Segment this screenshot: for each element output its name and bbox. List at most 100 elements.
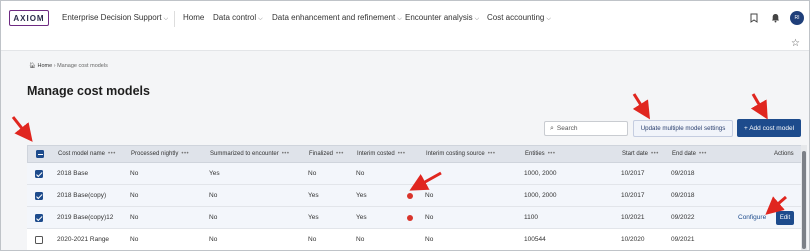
cell-interim-costed: Yes — [356, 214, 367, 221]
cell-entities: 1100 — [524, 214, 538, 221]
row-checkbox[interactable] — [35, 214, 43, 222]
cell-end-date: 09/2021 — [671, 236, 695, 243]
cell-finalized: Yes — [308, 214, 319, 221]
cell-name[interactable]: 2018 Base — [57, 170, 88, 177]
nav-divider — [174, 11, 175, 27]
nav-item-label: Encounter analysis — [405, 13, 473, 22]
chevron-down-icon: ⌵ — [258, 16, 263, 22]
nav-item-encounter-analysis[interactable]: Encounter analysis ⌵ — [405, 13, 479, 23]
table-row[interactable]: 2018 Base(copy) No No Yes Yes No 1000, 2… — [27, 185, 803, 207]
column-menu-icon[interactable]: ••• — [282, 151, 290, 157]
cell-entities: 1000, 2000 — [524, 192, 557, 199]
cell-name[interactable]: 2020-2021 Range — [57, 236, 109, 243]
col-end-date[interactable]: End date ••• — [672, 151, 707, 157]
row-checkbox[interactable] — [35, 236, 43, 244]
scrollbar-thumb[interactable] — [802, 151, 806, 249]
column-label: Interim costed — [357, 151, 395, 157]
cell-finalized: No — [308, 236, 317, 243]
nav-item-label: Data enhancement and refinement — [272, 13, 396, 22]
table-row[interactable]: 2018 Base No Yes No No 1000, 2000 10/201… — [27, 163, 803, 185]
column-menu-icon[interactable]: ••• — [488, 151, 496, 157]
search-input[interactable]: ⌕ Search — [544, 121, 628, 136]
nav-item-home[interactable]: Home — [183, 13, 204, 22]
nav-item-label: Cost accounting — [487, 13, 545, 22]
chevron-down-icon: ⌵ — [163, 16, 169, 22]
top-nav: AXIOM Enterprise Decision Support ⌵ Home … — [1, 1, 809, 37]
col-entities[interactable]: Entities ••• — [525, 151, 556, 157]
column-label: Interim costing source — [426, 151, 485, 157]
row-checkbox[interactable] — [35, 192, 43, 200]
cell-entities: 100544 — [524, 236, 546, 243]
product-switcher[interactable]: Enterprise Decision Support ⌵ — [62, 13, 168, 23]
chevron-down-icon: ⌵ — [474, 16, 480, 22]
cell-processed: No — [130, 236, 139, 243]
column-menu-icon[interactable]: ••• — [108, 151, 116, 157]
cell-finalized: No — [308, 170, 317, 177]
col-finalized[interactable]: Finalized ••• — [309, 151, 344, 157]
column-menu-icon[interactable]: ••• — [336, 151, 344, 157]
column-label: Summarized to encounter — [210, 151, 279, 157]
cell-interim-source: No — [425, 192, 434, 199]
column-label: Processed nightly — [131, 151, 179, 157]
cell-summarized: No — [209, 214, 218, 221]
warning-icon[interactable] — [407, 215, 413, 221]
product-label: Enterprise Decision Support — [62, 13, 162, 22]
column-menu-icon[interactable]: ••• — [651, 151, 659, 157]
arrow-to-add-button — [750, 93, 768, 120]
col-processed-nightly[interactable]: Processed nightly ••• — [131, 151, 189, 157]
cell-start-date: 10/2017 — [621, 192, 645, 199]
update-multiple-settings-button[interactable]: Update multiple model settings — [633, 120, 733, 137]
cell-end-date: 09/2018 — [671, 170, 695, 177]
cell-entities: 1000, 2000 — [524, 170, 557, 177]
nav-item-cost-accounting[interactable]: Cost accounting ⌵ — [487, 13, 551, 23]
nav-item-data-enhancement[interactable]: Data enhancement and refinement ⌵ — [272, 13, 402, 23]
bookmark-icon[interactable] — [750, 13, 758, 23]
col-summarized[interactable]: Summarized to encounter ••• — [210, 151, 290, 157]
nav-item-data-control[interactable]: Data control ⌵ — [213, 13, 263, 23]
chevron-down-icon: ⌵ — [397, 16, 402, 22]
breadcrumb: 🏠︎ Home › Manage cost models — [29, 63, 108, 69]
row-checkbox[interactable] — [35, 170, 43, 178]
avatar[interactable]: RI — [790, 11, 804, 25]
column-label: Finalized — [309, 151, 334, 157]
column-menu-icon[interactable]: ••• — [699, 151, 707, 157]
table-row[interactable]: 2020-2021 Range No No No No No 100544 10… — [27, 229, 803, 250]
cell-finalized: Yes — [308, 192, 319, 199]
col-actions: Actions — [774, 151, 794, 157]
home-icon[interactable]: 🏠︎ — [29, 63, 36, 69]
column-label: Cost model name — [58, 151, 106, 157]
column-menu-icon[interactable]: ••• — [548, 151, 556, 157]
col-cost-model-name[interactable]: Cost model name ••• — [58, 151, 116, 157]
table-row[interactable]: 2019 Base(copy)12 No No Yes Yes No 1100 … — [27, 207, 803, 229]
cell-processed: No — [130, 214, 139, 221]
search-icon: ⌕ — [550, 124, 554, 132]
star-icon[interactable]: ☆ — [791, 38, 800, 49]
col-start-date[interactable]: Start date ••• — [622, 151, 659, 157]
cell-name[interactable]: 2019 Base(copy)12 — [57, 214, 113, 221]
search-placeholder: Search — [556, 125, 578, 132]
cell-summarized: No — [209, 192, 218, 199]
bell-icon[interactable] — [771, 13, 780, 23]
cell-processed: No — [130, 170, 139, 177]
column-menu-icon[interactable]: ••• — [398, 151, 406, 157]
column-label: End date — [672, 151, 697, 157]
select-all-checkbox[interactable] — [36, 150, 44, 158]
configure-link[interactable]: Configure — [738, 214, 766, 221]
col-interim-costed[interactable]: Interim costed ••• — [357, 151, 406, 157]
page-title: Manage cost models — [27, 84, 150, 98]
warning-icon[interactable] — [407, 193, 413, 199]
cell-interim-costed: Yes — [356, 192, 367, 199]
breadcrumb-home[interactable]: Home — [38, 63, 53, 69]
cell-name[interactable]: 2018 Base(copy) — [57, 192, 106, 199]
add-cost-model-button[interactable]: + Add cost model — [737, 119, 801, 137]
col-interim-costing-source[interactable]: Interim costing source ••• — [426, 151, 496, 157]
column-menu-icon[interactable]: ••• — [181, 151, 189, 157]
breadcrumb-separator: › — [53, 63, 56, 69]
edit-button[interactable]: Edit — [776, 211, 794, 225]
cell-interim-source: No — [425, 214, 434, 221]
cell-processed: No — [130, 192, 139, 199]
sub-toolbar — [1, 37, 809, 51]
axiom-logo[interactable]: AXIOM — [9, 10, 49, 26]
cell-summarized: Yes — [209, 170, 220, 177]
app-window: AXIOM Enterprise Decision Support ⌵ Home … — [0, 0, 810, 251]
